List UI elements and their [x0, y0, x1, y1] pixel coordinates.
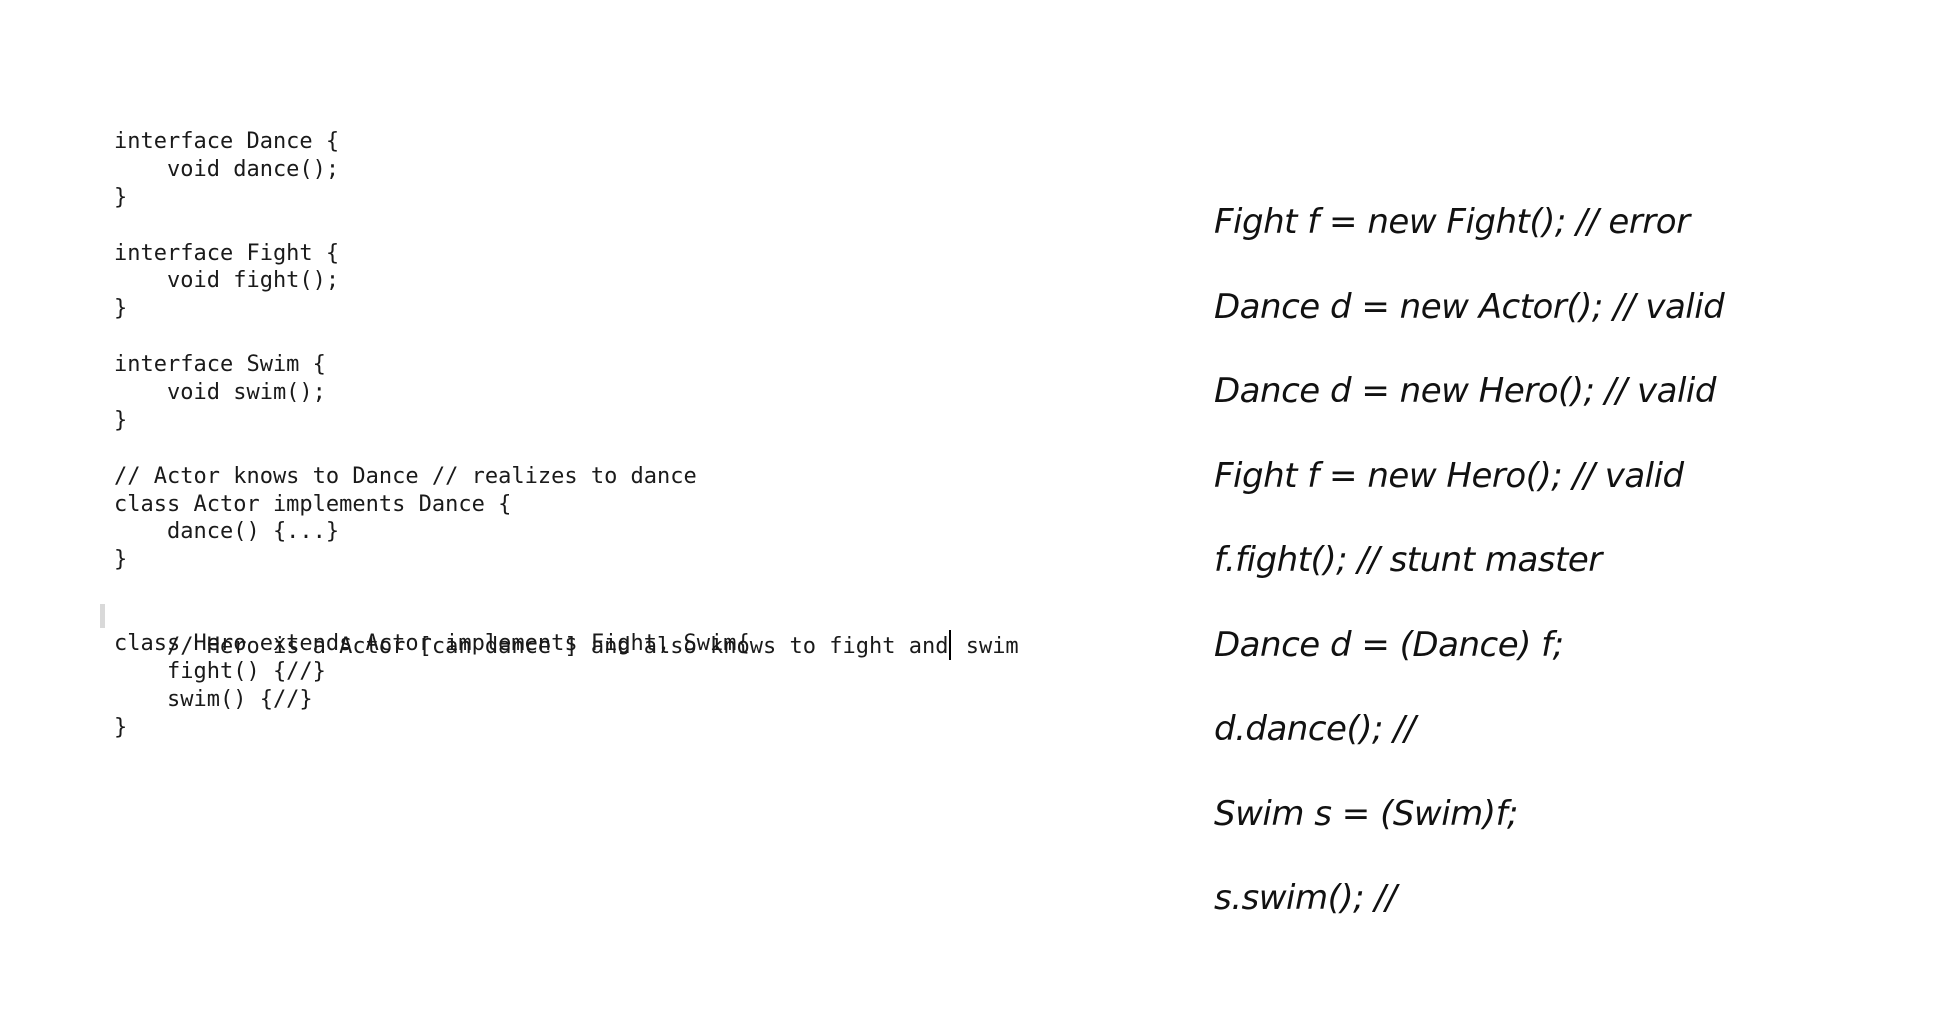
code-line: }: [114, 407, 128, 433]
note-line: f.fight(); // stunt master: [1214, 540, 1602, 580]
note-line: Swim s = (Swim)f;: [1214, 793, 1519, 834]
note-line: Dance d = new Actor(); // valid: [1214, 286, 1725, 327]
code-line: interface Swim {: [114, 352, 326, 378]
code-editor[interactable]: interface Dance { void dance(); } interf…: [100, 128, 1094, 742]
code-line: class Hero extends Actor implements Figh…: [114, 631, 750, 657]
code-line: }: [114, 184, 128, 210]
code-line: dance() {...}: [114, 519, 340, 545]
note-line: Fight f = new Fight(); // error: [1214, 202, 1690, 242]
code-line: interface Dance {: [114, 129, 340, 154]
code-line: }: [114, 547, 128, 573]
code-line: }: [114, 296, 128, 322]
note-line: s.swim(); //: [1214, 878, 1397, 918]
note-line: Dance d = new Hero(); // valid: [1214, 371, 1716, 411]
code-line: interface Fight {: [114, 240, 340, 266]
active-line-gutter-marker: [100, 604, 105, 629]
note-line: Dance d = (Dance) f;: [1214, 624, 1564, 665]
code-line: class Actor implements Dance {: [114, 491, 512, 517]
code-line: swim() {//}: [114, 686, 313, 712]
code-comment-line: // Actor knows to Dance // realizes to d…: [114, 463, 697, 489]
code-line: void fight();: [114, 268, 340, 294]
note-line: Fight f = new Hero(); // valid: [1214, 455, 1684, 496]
note-line: d.dance(); //: [1214, 709, 1416, 749]
code-comment-line-active[interactable]: // Hero is a Actor [can dance ] and also…: [100, 602, 1094, 661]
code-line: fight() {//}: [114, 658, 326, 684]
code-line: void swim();: [114, 380, 326, 406]
handwritten-notes: Fight f = new Fight(); // error Dance d …: [1214, 180, 1914, 941]
code-line: }: [114, 714, 128, 740]
code-line: void dance();: [114, 156, 340, 182]
